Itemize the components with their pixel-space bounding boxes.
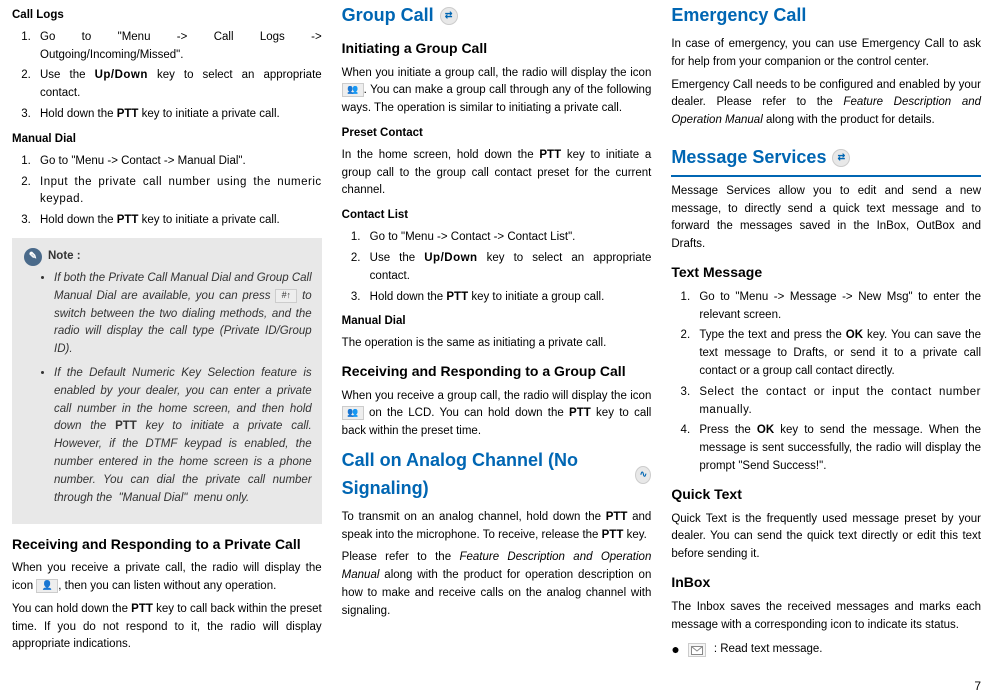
emergency-p1: In case of emergency, you can use Emerge… xyxy=(671,36,981,72)
list-item: ● : Read text message. xyxy=(671,639,981,661)
message-intro: Message Services allow you to edit and s… xyxy=(671,183,981,254)
column-2: Group Call ⇄ Initiating a Group Call Whe… xyxy=(332,0,662,697)
call-logs-heading: Call Logs xyxy=(12,7,322,25)
note-icon: ✎ xyxy=(24,248,42,266)
hash-up-key-icon: #↑ xyxy=(275,289,297,303)
read-message-label: : Read text message. xyxy=(714,641,823,659)
list-item: Hold down the PTT key to initiate a priv… xyxy=(34,212,322,230)
analog-mode-icon: ∿ xyxy=(635,466,651,484)
contact-list-ol: Go to "Menu -> Contact -> Contact List".… xyxy=(342,229,652,306)
recv-group-heading: Receiving and Responding to a Group Call xyxy=(342,361,652,383)
column-3: Emergency Call In case of emergency, you… xyxy=(661,0,985,697)
list-item: Type the text and press the OK key. You … xyxy=(693,327,981,380)
call-logs-list: Go to "Menu -> Call Logs -> Outgoing/Inc… xyxy=(12,29,322,124)
list-item: Go to "Menu -> Contact -> Contact List". xyxy=(364,229,652,247)
note-box: ✎ Note : If both the Private Call Manual… xyxy=(12,238,322,524)
list-item: Use the Up/Down key to select an appropr… xyxy=(364,250,652,286)
quick-text-heading: Quick Text xyxy=(671,484,981,506)
note-label: Note : xyxy=(48,248,81,266)
note-bullet: If both the Private Call Manual Dial and… xyxy=(54,270,312,359)
preset-contact-heading: Preset Contact xyxy=(342,125,652,143)
init-group-heading: Initiating a Group Call xyxy=(342,38,652,60)
group-call-heading: Group Call ⇄ xyxy=(342,2,652,30)
emergency-heading: Emergency Call xyxy=(671,2,981,30)
list-item: Input the private call number using the … xyxy=(34,174,322,210)
preset-contact-p: In the home screen, hold down the PTT ke… xyxy=(342,147,652,200)
manual-dial2-heading: Manual Dial xyxy=(342,313,652,331)
inbox-p: The Inbox saves the received messages an… xyxy=(671,599,981,635)
recv-group-p: When you receive a group call, the radio… xyxy=(342,388,652,441)
inbox-heading: InBox xyxy=(671,572,981,594)
analog-heading: Call on Analog Channel (No Signaling) ∿ xyxy=(342,447,652,503)
manual-dial-list: Go to "Menu -> Contact -> Manual Dial". … xyxy=(12,153,322,230)
inbox-icons: ● : Read text message. xyxy=(671,639,981,661)
quick-text-p: Quick Text is the frequently used messag… xyxy=(671,511,981,564)
digital-mode-icon: ⇄ xyxy=(440,7,458,25)
bullet-icon: ● xyxy=(671,639,679,661)
message-services-heading: Message Services ⇄ xyxy=(671,144,981,177)
analog-p1: To transmit on an analog channel, hold d… xyxy=(342,509,652,545)
recv-private-p2: You can hold down the PTT key to call ba… xyxy=(12,601,322,654)
contact-list-heading: Contact List xyxy=(342,207,652,225)
list-item: Select the contact or input the contact … xyxy=(693,384,981,420)
text-message-list: Go to "Menu -> Message -> New Msg" to en… xyxy=(671,289,981,476)
group-call-icon: 👥 xyxy=(342,83,364,97)
manual-dial2-p: The operation is the same as initiating … xyxy=(342,335,652,353)
text-message-heading: Text Message xyxy=(671,262,981,284)
read-message-icon xyxy=(688,643,706,657)
note-bullet: If the Default Numeric Key Selection fea… xyxy=(54,365,312,508)
list-item: Go to "Menu -> Call Logs -> Outgoing/Inc… xyxy=(34,29,322,65)
init-group-p: When you initiate a group call, the radi… xyxy=(342,65,652,118)
column-1: Call Logs Go to "Menu -> Call Logs -> Ou… xyxy=(8,0,332,697)
list-item: Hold down the PTT key to initiate a priv… xyxy=(34,106,322,124)
analog-p2: Please refer to the Feature Description … xyxy=(342,549,652,620)
list-item: Go to "Menu -> Message -> New Msg" to en… xyxy=(693,289,981,325)
group-call-incoming-icon: 👥 xyxy=(342,406,364,420)
list-item: Hold down the PTT key to initiate a grou… xyxy=(364,289,652,307)
recv-private-heading: Receiving and Responding to a Private Ca… xyxy=(12,534,322,556)
list-item: Press the OK key to send the message. Wh… xyxy=(693,422,981,475)
digital-mode-icon: ⇄ xyxy=(832,149,850,167)
private-call-icon: 👤 xyxy=(36,579,58,593)
page-number: 7 xyxy=(974,679,981,693)
list-item: Use the Up/Down key to select an appropr… xyxy=(34,67,322,103)
list-item: Go to "Menu -> Contact -> Manual Dial". xyxy=(34,153,322,171)
recv-private-p1: When you receive a private call, the rad… xyxy=(12,560,322,596)
manual-dial-heading: Manual Dial xyxy=(12,131,322,149)
emergency-p2: Emergency Call needs to be configured an… xyxy=(671,77,981,130)
